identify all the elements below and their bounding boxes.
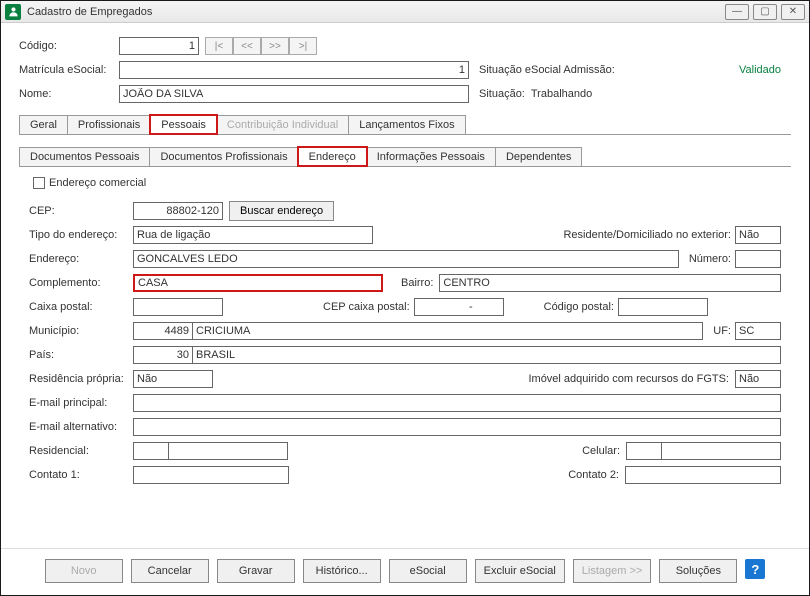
residencial-label: Residencial:: [29, 445, 133, 457]
caixa-postal-input[interactable]: [133, 298, 223, 316]
solucoes-button[interactable]: Soluções: [659, 559, 737, 583]
email-alternativo-input[interactable]: [133, 418, 781, 436]
complemento-input[interactable]: [133, 274, 383, 292]
imovel-fgts-label: Imóvel adquirido com recursos do FGTS:: [528, 373, 729, 385]
close-button[interactable]: ✕: [781, 4, 805, 20]
tab-pessoais[interactable]: Pessoais: [150, 115, 217, 134]
tab-lancamentos[interactable]: Lançamentos Fixos: [348, 115, 465, 134]
pais-name-input[interactable]: [192, 346, 781, 364]
bairro-label: Bairro:: [401, 277, 433, 289]
subtab-info-pessoais[interactable]: Informações Pessoais: [366, 147, 496, 166]
nav-prev-button[interactable]: <<: [233, 37, 261, 55]
employee-registration-window: Cadastro de Empregados — ▢ ✕ Código: |< …: [0, 0, 810, 596]
celular-ddd-input[interactable]: [626, 442, 662, 460]
contato2-label: Contato 2:: [559, 469, 619, 481]
subtab-dependentes[interactable]: Dependentes: [495, 147, 582, 166]
caixa-postal-label: Caixa postal:: [29, 301, 133, 313]
cancelar-button[interactable]: Cancelar: [131, 559, 209, 583]
tab-profissionais[interactable]: Profissionais: [67, 115, 151, 134]
tab-contribuicao: Contribuição Individual: [216, 115, 349, 134]
residencia-propria-input[interactable]: [133, 370, 213, 388]
pais-label: País:: [29, 349, 133, 361]
titlebar: Cadastro de Empregados — ▢ ✕: [1, 1, 809, 23]
gravar-button[interactable]: Gravar: [217, 559, 295, 583]
imovel-fgts-input[interactable]: [735, 370, 781, 388]
minimize-button[interactable]: —: [725, 4, 749, 20]
situacao-value: Trabalhando: [531, 88, 592, 100]
email-alternativo-label: E-mail alternativo:: [29, 421, 133, 433]
celular-input[interactable]: [661, 442, 781, 460]
uf-label: UF:: [713, 325, 731, 337]
main-tabs: Geral Profissionais Pessoais Contribuiçã…: [19, 115, 791, 135]
nome-label: Nome:: [19, 88, 119, 100]
sub-tabs: Documentos Pessoais Documentos Profissio…: [19, 147, 791, 167]
situacao-label: Situação:: [479, 88, 525, 100]
esocial-button[interactable]: eSocial: [389, 559, 467, 583]
subtab-endereco[interactable]: Endereço: [298, 147, 367, 166]
endereco-label: Endereço:: [29, 253, 133, 265]
municipio-code-input[interactable]: [133, 322, 193, 340]
pais-code-input[interactable]: [133, 346, 193, 364]
footer-buttons: Novo Cancelar Gravar Histórico... eSocia…: [1, 548, 809, 595]
window-controls: — ▢ ✕: [725, 4, 805, 20]
contato1-input[interactable]: [133, 466, 289, 484]
numero-input[interactable]: [735, 250, 781, 268]
residencial-ddd-input[interactable]: [133, 442, 169, 460]
residente-exterior-input[interactable]: [735, 226, 781, 244]
codigo-label: Código:: [19, 40, 119, 52]
listagem-button[interactable]: Listagem >>: [573, 559, 652, 583]
contato1-label: Contato 1:: [29, 469, 133, 481]
matricula-input[interactable]: [119, 61, 469, 79]
window-title: Cadastro de Empregados: [27, 6, 725, 18]
complemento-label: Complemento:: [29, 277, 133, 289]
codigo-postal-input[interactable]: [618, 298, 708, 316]
email-principal-input[interactable]: [133, 394, 781, 412]
tipo-endereco-input[interactable]: [133, 226, 373, 244]
buscar-endereco-button[interactable]: Buscar endereço: [229, 201, 334, 221]
person-icon: [8, 6, 19, 17]
cep-caixa-input[interactable]: [414, 298, 504, 316]
codigo-input[interactable]: [119, 37, 199, 55]
novo-button[interactable]: Novo: [45, 559, 123, 583]
maximize-button[interactable]: ▢: [753, 4, 777, 20]
endereco-comercial-checkbox[interactable]: [33, 177, 45, 189]
excluir-esocial-button[interactable]: Excluir eSocial: [475, 559, 565, 583]
nav-next-button[interactable]: >>: [261, 37, 289, 55]
contato2-input[interactable]: [625, 466, 781, 484]
subtab-doc-pessoais[interactable]: Documentos Pessoais: [19, 147, 150, 166]
tab-geral[interactable]: Geral: [19, 115, 68, 134]
validado-status: Validado: [739, 64, 781, 76]
situacao-admissao-label: Situação eSocial Admissão:: [479, 64, 615, 76]
municipio-name-input[interactable]: [192, 322, 703, 340]
email-principal-label: E-mail principal:: [29, 397, 133, 409]
nome-input[interactable]: [119, 85, 469, 103]
tipo-endereco-label: Tipo do endereço:: [29, 229, 133, 241]
app-icon: [5, 4, 21, 20]
residente-exterior-label: Residente/Domiciliado no exterior:: [563, 229, 731, 241]
help-icon[interactable]: ?: [745, 559, 765, 579]
cep-label: CEP:: [29, 205, 133, 217]
endereco-input[interactable]: [133, 250, 679, 268]
uf-input[interactable]: [735, 322, 781, 340]
subtab-doc-profissionais[interactable]: Documentos Profissionais: [149, 147, 298, 166]
municipio-label: Município:: [29, 325, 133, 337]
nav-last-button[interactable]: >|: [289, 37, 317, 55]
historico-button[interactable]: Histórico...: [303, 559, 381, 583]
matricula-label: Matrícula eSocial:: [19, 64, 119, 76]
numero-label: Número:: [689, 253, 731, 265]
cep-caixa-label: CEP caixa postal:: [323, 301, 410, 313]
address-form: Endereço comercial CEP: Buscar endereço …: [19, 167, 791, 487]
residencial-input[interactable]: [168, 442, 288, 460]
celular-label: Celular:: [560, 445, 620, 457]
nav-first-button[interactable]: |<: [205, 37, 233, 55]
bairro-input[interactable]: [439, 274, 781, 292]
codigo-postal-label: Código postal:: [544, 301, 614, 313]
endereco-comercial-label: Endereço comercial: [49, 177, 146, 189]
content-area: Código: |< << >> >| Matrícula eSocial: S…: [1, 23, 809, 544]
residencia-propria-label: Residência própria:: [29, 373, 133, 385]
cep-input[interactable]: [133, 202, 223, 220]
